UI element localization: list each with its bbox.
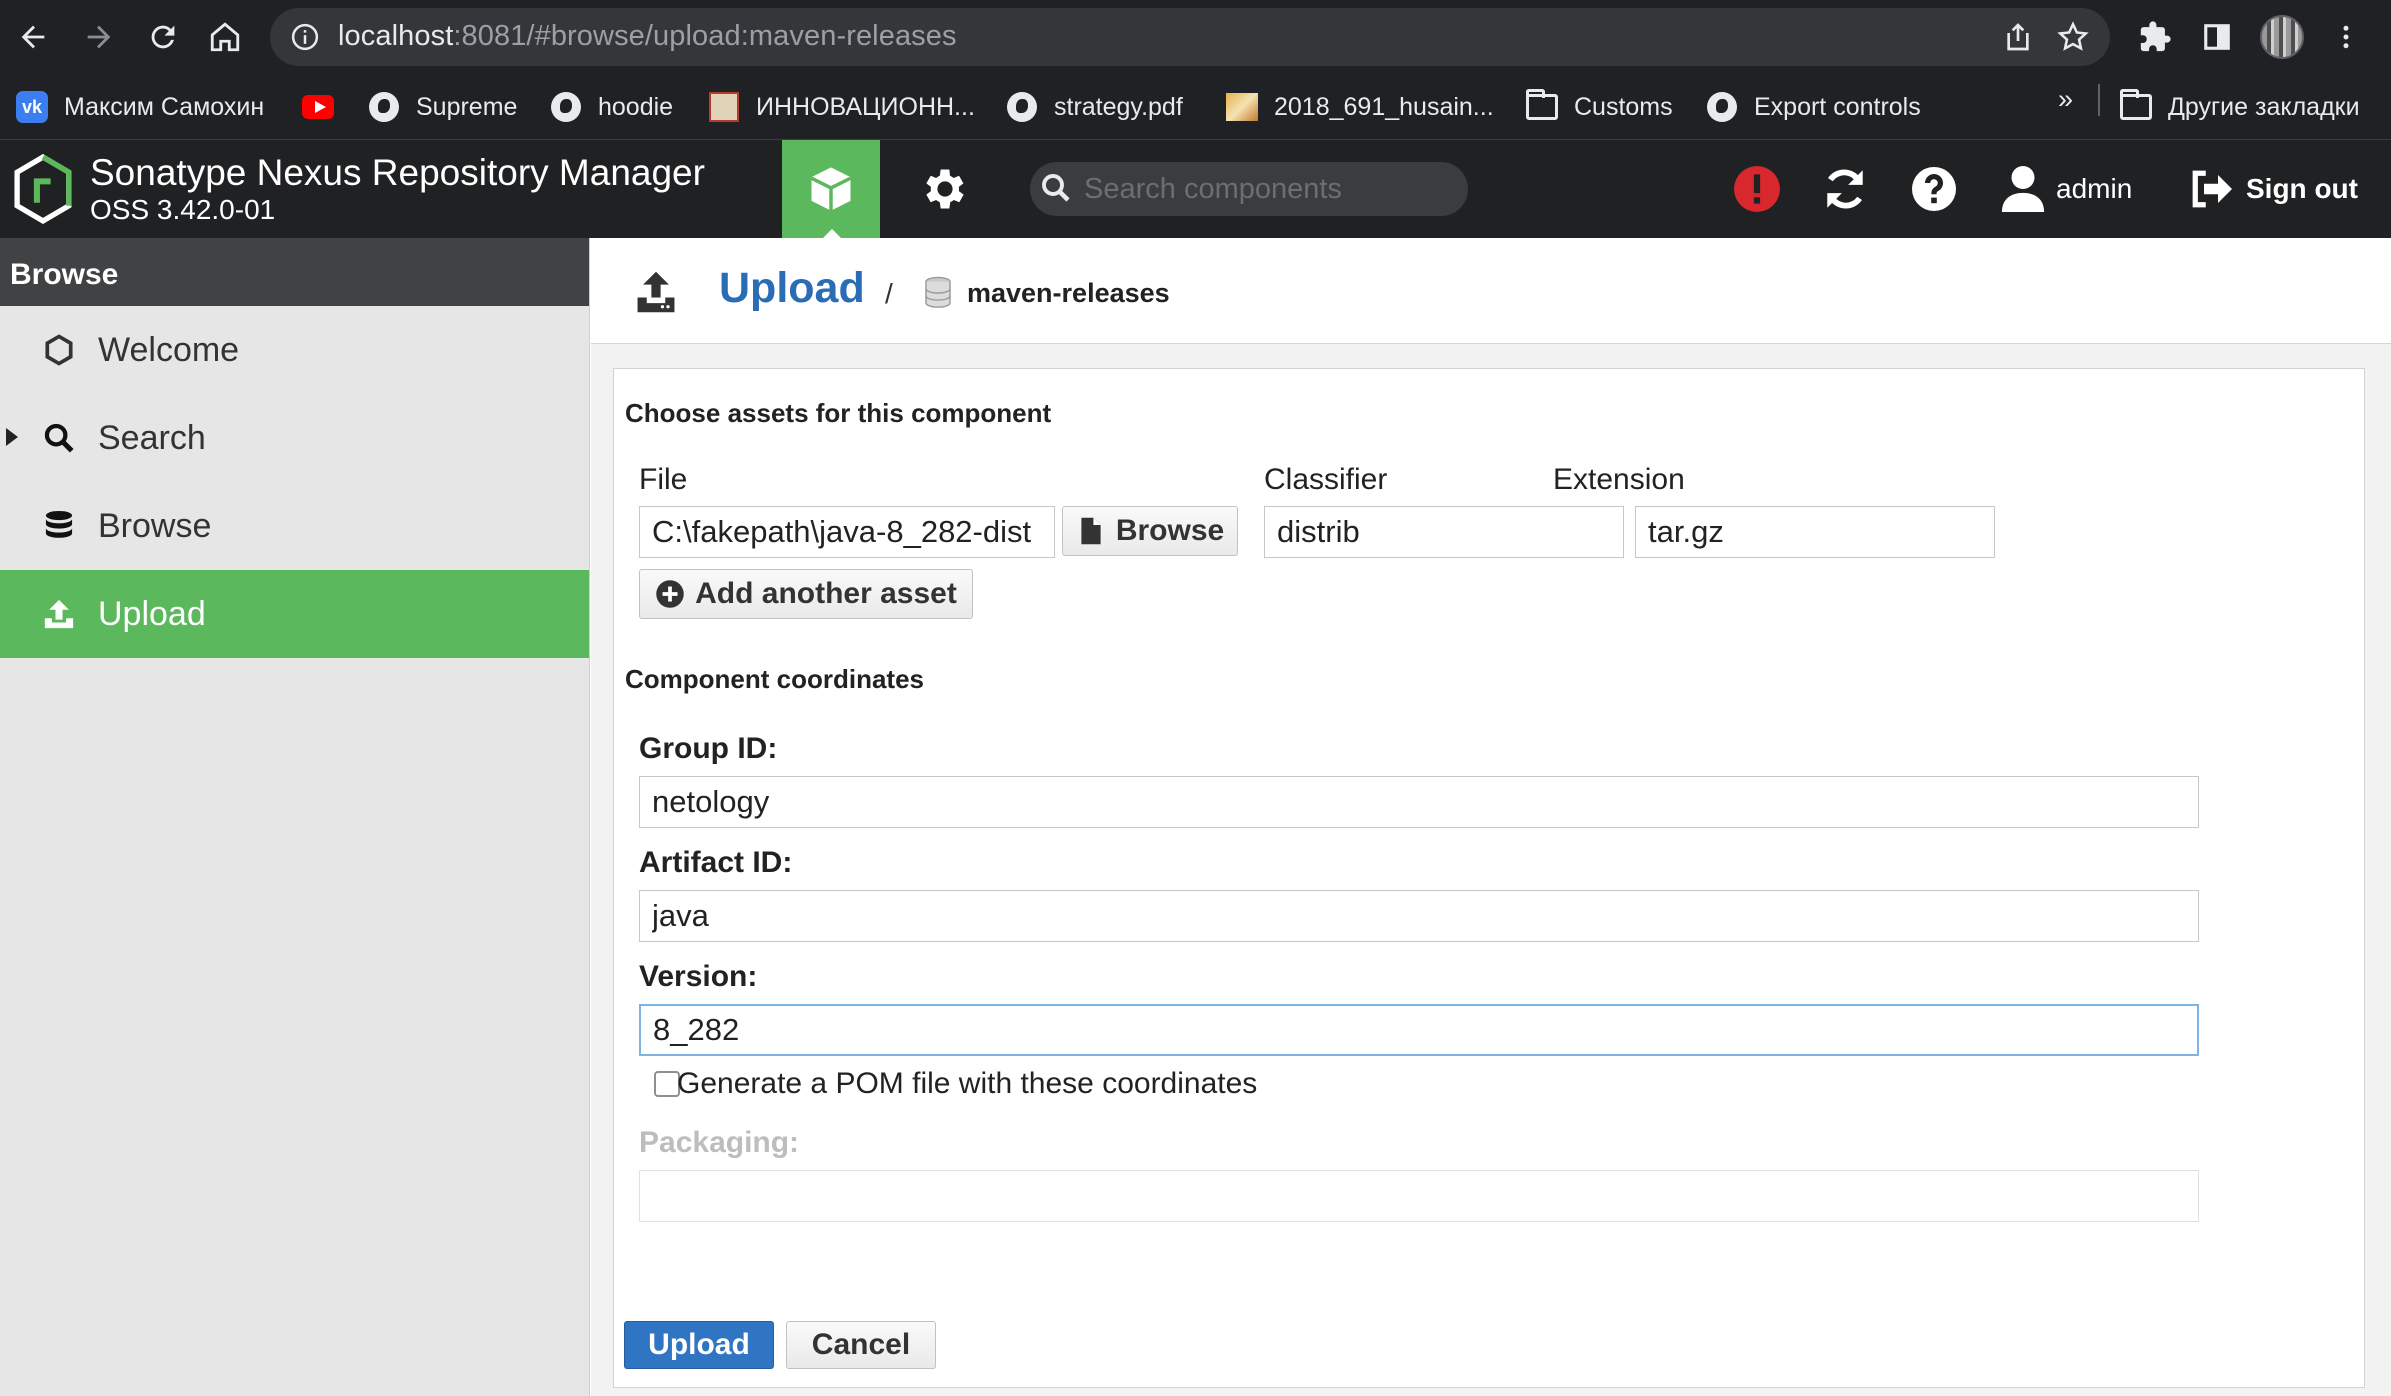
image-icon (709, 92, 739, 122)
bookmark-supreme[interactable]: Supreme (368, 88, 517, 126)
sign-out-button[interactable]: Sign out (2188, 162, 2358, 216)
repository-icon (925, 276, 951, 308)
profile-avatar[interactable] (2260, 15, 2304, 59)
bookmark-star-icon[interactable] (2056, 20, 2090, 54)
bookmark-vk[interactable]: vk Максим Самохин (16, 88, 264, 126)
app-title: Sonatype Nexus Repository Manager (90, 152, 705, 193)
classifier-input[interactable] (1264, 506, 1624, 558)
packaging-label: Packaging: (639, 1126, 800, 1159)
folder-icon (2120, 89, 2152, 120)
file-icon (1081, 517, 1101, 545)
nexus-logo-icon (14, 154, 72, 224)
address-bar[interactable]: localhost:8081/#browse/upload:maven-rele… (270, 8, 2110, 66)
version-input[interactable] (639, 1004, 2199, 1056)
upload-form: Choose assets for this component File Br… (613, 368, 2365, 1388)
breadcrumb: Upload / maven-releases (591, 238, 2391, 344)
globe-icon (551, 92, 581, 122)
assets-section-title: Choose assets for this component (625, 398, 1052, 428)
search-icon (44, 423, 74, 453)
sign-out-label: Sign out (2246, 173, 2358, 204)
gear-icon (926, 169, 964, 209)
bookmark-innovation[interactable]: ИННОВАЦИОНН... (708, 88, 975, 126)
cancel-button[interactable]: Cancel (786, 1321, 936, 1369)
group-id-label: Group ID: (639, 732, 778, 765)
more-bookmarks-chevron[interactable]: » (2058, 84, 2073, 115)
hexagon-icon (45, 334, 73, 366)
globe-icon (369, 92, 399, 122)
refresh-icon[interactable] (1820, 162, 1874, 216)
sidebar: Browse Welcome Search Browse Upload (0, 238, 590, 1396)
folder-icon (1526, 89, 1558, 120)
extensions-icon[interactable] (2134, 16, 2176, 58)
bookmark-husain[interactable]: 2018_691_husain... (1226, 88, 1494, 126)
forward-icon[interactable] (74, 12, 124, 62)
bookmark-export-controls[interactable]: Export controls (1706, 88, 1921, 126)
upload-submit-button[interactable]: Upload (624, 1321, 774, 1369)
user-icon (2001, 166, 2045, 212)
site-info-icon[interactable] (290, 22, 320, 52)
group-id-input[interactable] (639, 776, 2199, 828)
upload-icon (44, 599, 74, 629)
browse-mode-button[interactable] (782, 140, 880, 239)
sidebar-header: Browse (0, 238, 589, 306)
sidebar-item-upload[interactable]: Upload (0, 570, 589, 658)
classifier-label: Classifier (1264, 463, 1388, 496)
generate-pom-label: Generate a POM file with these coordinat… (677, 1067, 1258, 1100)
home-icon[interactable] (200, 12, 250, 62)
browser-menu-icon[interactable] (2325, 16, 2367, 58)
app-version: OSS 3.42.0-01 (90, 194, 276, 225)
search-input[interactable] (1084, 168, 1454, 210)
admin-mode-button[interactable] (900, 140, 990, 238)
extension-input[interactable] (1635, 506, 1995, 558)
username-label: admin (2056, 173, 2133, 204)
bookmark-hoodie[interactable]: hoodie (550, 88, 673, 126)
app-header: Sonatype Nexus Repository Manager OSS 3.… (0, 140, 2391, 239)
reload-icon[interactable] (138, 12, 188, 62)
version-label: Version: (639, 960, 758, 993)
extension-label: Extension (1553, 463, 1685, 496)
artifact-id-label: Artifact ID: (639, 846, 793, 879)
bookmark-customs[interactable]: Customs (1526, 88, 1673, 126)
breadcrumb-upload-link[interactable]: Upload (719, 264, 865, 313)
upload-icon (637, 271, 675, 313)
add-asset-button[interactable]: Add another asset (639, 569, 973, 619)
component-search[interactable] (1030, 162, 1468, 216)
expand-arrow-icon[interactable] (6, 428, 18, 446)
vk-icon: vk (16, 91, 48, 123)
plus-circle-icon (656, 580, 684, 608)
artifact-id-input[interactable] (639, 890, 2199, 942)
share-icon[interactable] (2002, 21, 2034, 53)
other-bookmarks[interactable]: Другие закладки (2120, 88, 2360, 126)
sidebar-item-welcome[interactable]: Welcome (0, 306, 589, 394)
search-icon (1042, 174, 1070, 202)
breadcrumb-repository: maven-releases (967, 278, 1170, 308)
database-icon (45, 510, 73, 538)
bookmarks-divider (2098, 84, 2100, 116)
bookmark-strategy[interactable]: strategy.pdf (1006, 88, 1183, 126)
sidebar-item-search[interactable]: Search (0, 394, 589, 482)
cube-icon (810, 167, 852, 211)
bookmarks-bar: vk Максим Самохин Supreme hoodie ИННОВАЦ… (0, 74, 2391, 140)
browse-file-button[interactable]: Browse (1062, 506, 1238, 556)
breadcrumb-separator: / (885, 278, 893, 309)
bookmark-youtube[interactable] (302, 88, 334, 126)
user-menu-button[interactable]: admin (2000, 162, 2132, 216)
url-text: localhost:8081/#browse/upload:maven-rele… (338, 20, 957, 52)
file-label: File (639, 463, 688, 496)
globe-icon (1007, 92, 1037, 122)
sign-out-icon (2192, 170, 2232, 208)
image-icon (1226, 93, 1258, 121)
packaging-input[interactable] (639, 1170, 2199, 1222)
back-icon[interactable] (8, 12, 58, 62)
main-content: Upload / maven-releases Choose assets fo… (591, 238, 2391, 1396)
browser-toolbar: localhost:8081/#browse/upload:maven-rele… (0, 0, 2391, 74)
file-path-input[interactable] (639, 506, 1055, 558)
globe-icon (1707, 92, 1737, 122)
system-alert-icon[interactable] (1732, 162, 1786, 216)
youtube-icon (302, 95, 334, 119)
side-panel-icon[interactable] (2196, 16, 2238, 58)
help-icon[interactable] (1910, 162, 1964, 216)
sidebar-item-browse[interactable]: Browse (0, 482, 589, 570)
coordinates-section-title: Component coordinates (625, 664, 925, 694)
